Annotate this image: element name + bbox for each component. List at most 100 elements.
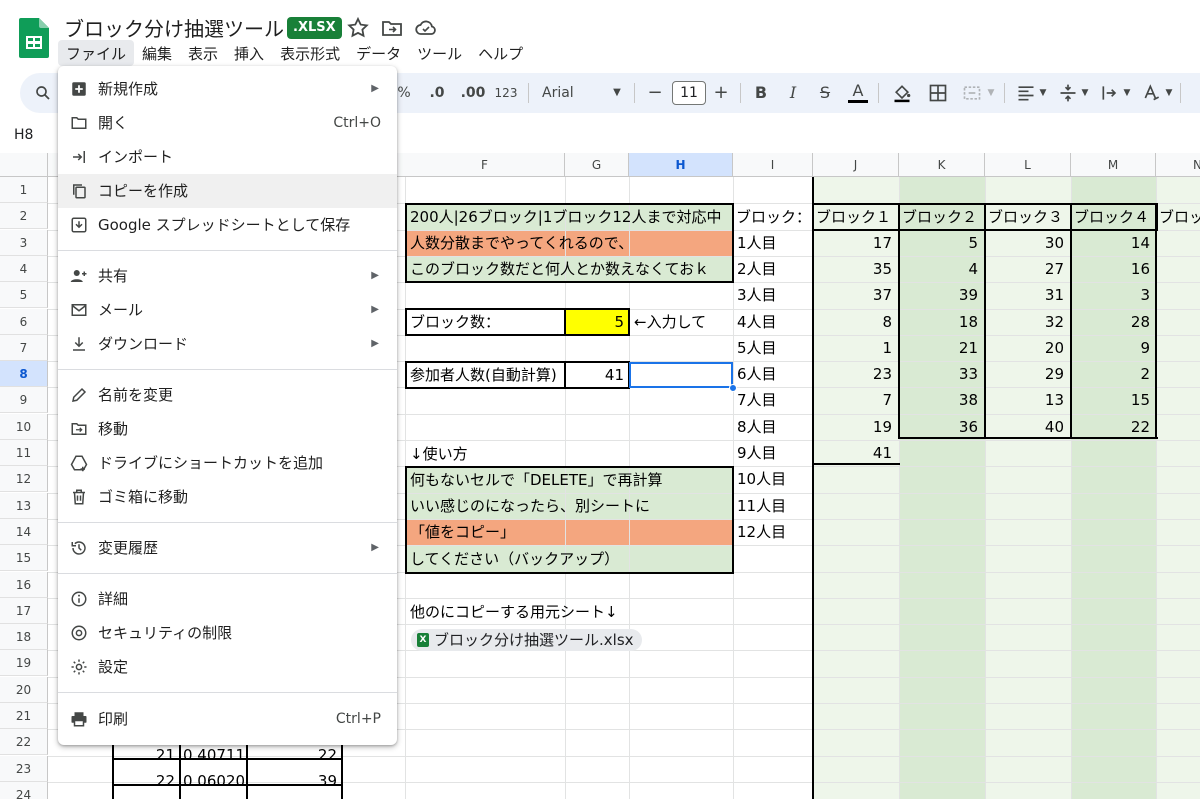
- block-cell-k10[interactable]: 36: [900, 414, 982, 440]
- file-menu-add-shortcut[interactable]: ドライブにショートカットを追加: [58, 446, 397, 480]
- block-cell-j9[interactable]: 7: [814, 387, 896, 413]
- block-cell-m7[interactable]: 9: [1072, 335, 1154, 361]
- block-cell-k8[interactable]: 33: [900, 361, 982, 387]
- col-header-l[interactable]: L: [985, 153, 1071, 177]
- menu-view[interactable]: 表示: [180, 40, 226, 66]
- block-cell-l5[interactable]: 31: [986, 282, 1068, 308]
- col-header-n[interactable]: N: [1156, 153, 1200, 177]
- cell-f8[interactable]: 参加者人数(自動計算): [406, 362, 564, 388]
- rotation-dropdown-icon[interactable]: ▼: [1164, 73, 1174, 113]
- row-label-2[interactable]: 2人目: [734, 256, 813, 282]
- file-menu-print[interactable]: 印刷 Ctrl+P: [58, 702, 397, 736]
- block-header-5[interactable]: ブロッ: [1157, 204, 1200, 230]
- menu-file[interactable]: ファイル: [58, 40, 135, 66]
- block-cell-j6[interactable]: 8: [814, 309, 896, 335]
- block-cell-m3[interactable]: 14: [1072, 230, 1154, 256]
- row-label-6[interactable]: 6人目: [734, 361, 813, 387]
- file-menu-new[interactable]: 新規作成 ▶: [58, 72, 397, 106]
- block-cell-l8[interactable]: 29: [986, 361, 1068, 387]
- left-table-cell[interactable]: 22: [114, 768, 177, 794]
- cell-g8[interactable]: 41: [566, 362, 628, 388]
- block-cell-m6[interactable]: 28: [1072, 309, 1154, 335]
- menu-insert[interactable]: 挿入: [226, 40, 272, 66]
- menu-help[interactable]: ヘルプ: [470, 40, 531, 66]
- row-header-16[interactable]: 16: [0, 571, 48, 598]
- cell-h6[interactable]: ←入力して: [630, 309, 733, 335]
- file-menu-move[interactable]: 移動: [58, 412, 397, 446]
- row-header-20[interactable]: 20: [0, 676, 48, 703]
- left-table-cell[interactable]: 22: [248, 742, 339, 768]
- row-label-7[interactable]: 7人目: [734, 387, 813, 413]
- file-menu-email[interactable]: メール ▶: [58, 293, 397, 327]
- row-label-11[interactable]: 11人目: [734, 493, 813, 519]
- block-header-label[interactable]: ブロック：: [734, 204, 813, 230]
- fill-color-icon[interactable]: [892, 83, 912, 103]
- cell-f3[interactable]: 人数分散までやってくれるので、: [406, 230, 732, 256]
- select-all-corner[interactable]: [0, 153, 48, 177]
- font-size-increase-button[interactable]: +: [712, 73, 730, 113]
- font-family-select[interactable]: Arial: [542, 73, 592, 113]
- text-wrap-icon[interactable]: [1100, 83, 1120, 103]
- row-header-17[interactable]: 17: [0, 597, 48, 624]
- row-header-3[interactable]: 3: [0, 229, 48, 256]
- block-cell-l10[interactable]: 40: [986, 414, 1068, 440]
- col-header-g[interactable]: G: [565, 153, 629, 177]
- cell-f13[interactable]: いい感じのになったら、別シートに: [406, 493, 732, 519]
- file-menu-rename[interactable]: 名前を変更: [58, 378, 397, 412]
- strikethrough-button[interactable]: S: [816, 73, 834, 113]
- block-cell-k9[interactable]: 38: [900, 387, 982, 413]
- italic-button[interactable]: I: [784, 73, 802, 113]
- row-header-6[interactable]: 6: [0, 308, 48, 335]
- row-label-1[interactable]: 1人目: [734, 230, 813, 256]
- cell-f11[interactable]: ↓使い方: [406, 441, 606, 467]
- cell-f15[interactable]: してください（バックアップ）: [406, 546, 732, 572]
- number-format-button[interactable]: 123: [492, 73, 520, 113]
- row-header-10[interactable]: 10: [0, 413, 48, 440]
- menu-data[interactable]: データ: [348, 40, 409, 66]
- font-dropdown-arrow-icon[interactable]: ▼: [610, 73, 624, 113]
- merge-dropdown-icon[interactable]: ▼: [986, 73, 996, 113]
- sheets-logo-icon[interactable]: [19, 18, 49, 58]
- row-header-24[interactable]: 24: [0, 781, 48, 799]
- col-header-f[interactable]: F: [405, 153, 565, 177]
- format-percent-button[interactable]: %: [394, 73, 414, 113]
- row-header-1[interactable]: 1: [0, 177, 48, 203]
- borders-icon[interactable]: [928, 83, 948, 103]
- row-header-4[interactable]: 4: [0, 255, 48, 282]
- block-cell-j10[interactable]: 19: [814, 414, 896, 440]
- left-table-cell[interactable]: 21: [114, 742, 177, 768]
- block-cell-l6[interactable]: 32: [986, 309, 1068, 335]
- col-header-m[interactable]: M: [1071, 153, 1156, 177]
- block-cell-m5[interactable]: 3: [1072, 282, 1154, 308]
- row-header-23[interactable]: 23: [0, 755, 48, 782]
- file-menu-open[interactable]: 開く Ctrl+O: [58, 106, 397, 140]
- file-menu-make-copy[interactable]: コピーを作成: [58, 174, 397, 208]
- menu-tools[interactable]: ツール: [409, 40, 470, 66]
- row-header-9[interactable]: 9: [0, 387, 48, 414]
- left-table-cell[interactable]: 0.060208: [181, 768, 244, 794]
- block-cell-l3[interactable]: 30: [986, 230, 1068, 256]
- cell-g6[interactable]: 5: [566, 309, 628, 335]
- block-cell-j5[interactable]: 37: [814, 282, 896, 308]
- block-header-3[interactable]: ブロック３: [986, 204, 1071, 230]
- file-menu-version-history[interactable]: 変更履歴 ▶: [58, 531, 397, 565]
- font-size-input[interactable]: 11: [672, 81, 706, 105]
- block-cell-j3[interactable]: 17: [814, 230, 896, 256]
- block-cell-k6[interactable]: 18: [900, 309, 982, 335]
- row-label-4[interactable]: 4人目: [734, 309, 813, 335]
- bold-button[interactable]: B: [752, 73, 770, 113]
- row-header-11[interactable]: 11: [0, 440, 48, 466]
- block-cell-k7[interactable]: 21: [900, 335, 982, 361]
- row-label-9[interactable]: 9人目: [734, 440, 813, 466]
- cell-f2[interactable]: 200人|26ブロック|1ブロック12人まで対応中: [406, 204, 732, 230]
- col-header-k[interactable]: K: [899, 153, 985, 177]
- row-header-14[interactable]: 14: [0, 518, 48, 545]
- block-cell-m10[interactable]: 22: [1072, 414, 1154, 440]
- cell-f4[interactable]: このブロック数だと何人とか数えなくておｋ: [406, 256, 732, 282]
- cell-f6[interactable]: ブロック数：: [406, 309, 564, 335]
- fill-handle[interactable]: [729, 384, 737, 392]
- file-chip[interactable]: X ブロック分け抽選ツール.xlsx: [411, 629, 642, 651]
- star-icon[interactable]: [346, 16, 370, 40]
- row-header-22[interactable]: 22: [0, 729, 48, 756]
- col-header-h[interactable]: H: [629, 153, 733, 177]
